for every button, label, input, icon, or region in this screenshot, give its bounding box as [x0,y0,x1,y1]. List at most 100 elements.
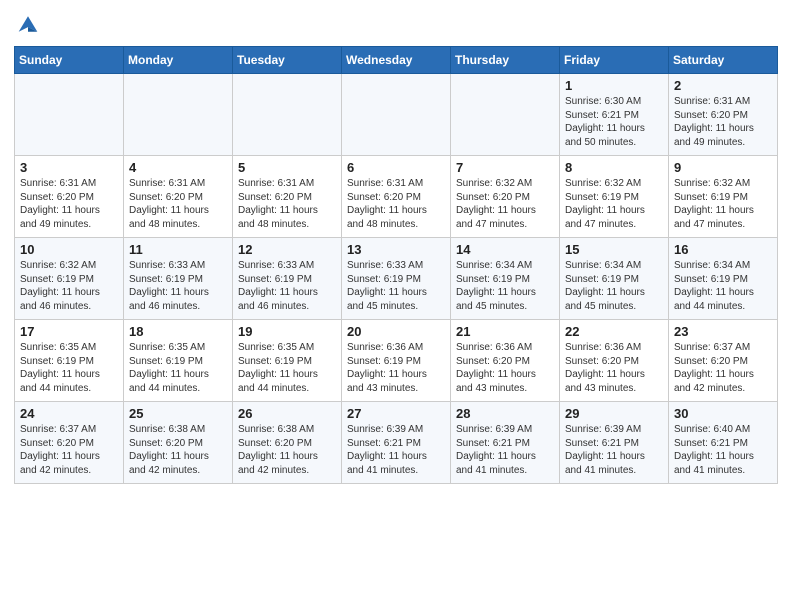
day-number: 7 [456,160,554,175]
day-info: Sunrise: 6:31 AM Sunset: 6:20 PM Dayligh… [238,177,336,231]
calendar-cell: 19 Sunrise: 6:35 AM Sunset: 6:19 PM Dayli… [233,320,342,402]
calendar-cell: 25Sunrise: 6:38 AM Sunset: 6:20 PM Dayli… [124,402,233,484]
calendar-week-5: 24 Sunrise: 6:37 AM Sunset: 6:20 PM Dayli… [15,402,778,484]
calendar-cell: 27 Sunrise: 6:39 AM Sunset: 6:21 PM Dayli… [342,402,451,484]
day-info: Sunrise: 6:31 AM Sunset: 6:20 PM Dayligh… [674,95,772,149]
day-info: Sunrise: 6:36 AM Sunset: 6:20 PM Dayligh… [565,341,663,395]
day-info: Sunrise: 6:35 AM Sunset: 6:19 PM Dayligh… [238,341,336,395]
logo [14,10,46,38]
calendar-cell: 4 Sunrise: 6:31 AM Sunset: 6:20 PM Daylig… [124,156,233,238]
day-info: Sunrise: 6:32 AM Sunset: 6:19 PM Dayligh… [674,177,772,231]
day-info: Sunrise: 6:39 AM Sunset: 6:21 PM Dayligh… [565,423,663,477]
day-info: Sunrise: 6:31 AM Sunset: 6:20 PM Dayligh… [129,177,227,231]
calendar-cell: 2 Sunrise: 6:31 AM Sunset: 6:20 PM Daylig… [669,74,778,156]
page: SundayMondayTuesdayWednesdayThursdayFrid… [0,0,792,612]
day-number: 8 [565,160,663,175]
calendar-cell: 21Sunrise: 6:36 AM Sunset: 6:20 PM Dayli… [451,320,560,402]
weekday-header-saturday: Saturday [669,47,778,74]
day-info: Sunrise: 6:34 AM Sunset: 6:19 PM Dayligh… [674,259,772,313]
calendar-cell: 29 Sunrise: 6:39 AM Sunset: 6:21 PM Dayli… [560,402,669,484]
day-info: Sunrise: 6:37 AM Sunset: 6:20 PM Dayligh… [20,423,118,477]
calendar-cell: 23 Sunrise: 6:37 AM Sunset: 6:20 PM Dayli… [669,320,778,402]
calendar-cell: 8 Sunrise: 6:32 AM Sunset: 6:19 PM Daylig… [560,156,669,238]
calendar-week-1: 1 Sunrise: 6:30 AM Sunset: 6:21 PM Daylig… [15,74,778,156]
calendar-week-4: 17 Sunrise: 6:35 AM Sunset: 6:19 PM Dayli… [15,320,778,402]
day-number: 26 [238,406,336,421]
day-info: Sunrise: 6:33 AM Sunset: 6:19 PM Dayligh… [347,259,445,313]
calendar-cell: 20Sunrise: 6:36 AM Sunset: 6:19 PM Dayli… [342,320,451,402]
day-number: 16 [674,242,772,257]
calendar-cell [15,74,124,156]
day-number: 24 [20,406,118,421]
weekday-header-friday: Friday [560,47,669,74]
day-info: Sunrise: 6:30 AM Sunset: 6:21 PM Dayligh… [565,95,663,149]
day-number: 1 [565,78,663,93]
day-number: 28 [456,406,554,421]
calendar-header: SundayMondayTuesdayWednesdayThursdayFrid… [15,47,778,74]
day-info: Sunrise: 6:35 AM Sunset: 6:19 PM Dayligh… [20,341,118,395]
day-number: 25 [129,406,227,421]
day-number: 23 [674,324,772,339]
day-info: Sunrise: 6:40 AM Sunset: 6:21 PM Dayligh… [674,423,772,477]
day-number: 10 [20,242,118,257]
day-number: 22 [565,324,663,339]
day-number: 17 [20,324,118,339]
calendar-cell: 18 Sunrise: 6:35 AM Sunset: 6:19 PM Dayli… [124,320,233,402]
calendar-cell: 30 Sunrise: 6:40 AM Sunset: 6:21 PM Dayli… [669,402,778,484]
calendar-cell: 5 Sunrise: 6:31 AM Sunset: 6:20 PM Daylig… [233,156,342,238]
day-number: 30 [674,406,772,421]
calendar-cell: 12 Sunrise: 6:33 AM Sunset: 6:19 PM Dayli… [233,238,342,320]
calendar-cell: 28 Sunrise: 6:39 AM Sunset: 6:21 PM Dayli… [451,402,560,484]
day-number: 6 [347,160,445,175]
weekday-header-row: SundayMondayTuesdayWednesdayThursdayFrid… [15,47,778,74]
day-number: 11 [129,242,227,257]
weekday-header-thursday: Thursday [451,47,560,74]
calendar-cell: 9 Sunrise: 6:32 AM Sunset: 6:19 PM Daylig… [669,156,778,238]
day-number: 14 [456,242,554,257]
day-info: Sunrise: 6:32 AM Sunset: 6:19 PM Dayligh… [565,177,663,231]
day-info: Sunrise: 6:32 AM Sunset: 6:19 PM Dayligh… [20,259,118,313]
day-info: Sunrise: 6:32 AM Sunset: 6:20 PM Dayligh… [456,177,554,231]
calendar-cell [342,74,451,156]
day-info: Sunrise: 6:38 AM Sunset: 6:20 PM Dayligh… [238,423,336,477]
calendar-cell: 24 Sunrise: 6:37 AM Sunset: 6:20 PM Dayli… [15,402,124,484]
day-info: Sunrise: 6:39 AM Sunset: 6:21 PM Dayligh… [456,423,554,477]
calendar-cell: 26 Sunrise: 6:38 AM Sunset: 6:20 PM Dayli… [233,402,342,484]
day-number: 27 [347,406,445,421]
day-number: 4 [129,160,227,175]
calendar-cell: 14 Sunrise: 6:34 AM Sunset: 6:19 PM Dayli… [451,238,560,320]
day-number: 19 [238,324,336,339]
calendar-cell: 3Sunrise: 6:31 AM Sunset: 6:20 PM Daylig… [15,156,124,238]
weekday-header-wednesday: Wednesday [342,47,451,74]
day-info: Sunrise: 6:36 AM Sunset: 6:20 PM Dayligh… [456,341,554,395]
weekday-header-monday: Monday [124,47,233,74]
calendar-body: 1 Sunrise: 6:30 AM Sunset: 6:21 PM Daylig… [15,74,778,484]
day-info: Sunrise: 6:34 AM Sunset: 6:19 PM Dayligh… [456,259,554,313]
calendar-cell: 17 Sunrise: 6:35 AM Sunset: 6:19 PM Dayli… [15,320,124,402]
day-info: Sunrise: 6:35 AM Sunset: 6:19 PM Dayligh… [129,341,227,395]
day-number: 3 [20,160,118,175]
day-info: Sunrise: 6:37 AM Sunset: 6:20 PM Dayligh… [674,341,772,395]
day-info: Sunrise: 6:39 AM Sunset: 6:21 PM Dayligh… [347,423,445,477]
calendar-cell: 22 Sunrise: 6:36 AM Sunset: 6:20 PM Dayli… [560,320,669,402]
calendar-cell: 13 Sunrise: 6:33 AM Sunset: 6:19 PM Dayli… [342,238,451,320]
day-number: 9 [674,160,772,175]
calendar-cell: 11Sunrise: 6:33 AM Sunset: 6:19 PM Dayli… [124,238,233,320]
day-info: Sunrise: 6:31 AM Sunset: 6:20 PM Dayligh… [347,177,445,231]
calendar-cell: 10 Sunrise: 6:32 AM Sunset: 6:19 PM Dayli… [15,238,124,320]
calendar-cell: 6 Sunrise: 6:31 AM Sunset: 6:20 PM Daylig… [342,156,451,238]
day-number: 29 [565,406,663,421]
calendar-cell: 15Sunrise: 6:34 AM Sunset: 6:19 PM Dayli… [560,238,669,320]
day-info: Sunrise: 6:33 AM Sunset: 6:19 PM Dayligh… [238,259,336,313]
calendar-table: SundayMondayTuesdayWednesdayThursdayFrid… [14,46,778,484]
calendar-cell [233,74,342,156]
day-number: 5 [238,160,336,175]
calendar-week-3: 10 Sunrise: 6:32 AM Sunset: 6:19 PM Dayli… [15,238,778,320]
calendar-cell: 16 Sunrise: 6:34 AM Sunset: 6:19 PM Dayli… [669,238,778,320]
calendar-cell: 7 Sunrise: 6:32 AM Sunset: 6:20 PM Daylig… [451,156,560,238]
calendar-cell [124,74,233,156]
day-number: 18 [129,324,227,339]
day-number: 2 [674,78,772,93]
day-number: 12 [238,242,336,257]
day-number: 13 [347,242,445,257]
